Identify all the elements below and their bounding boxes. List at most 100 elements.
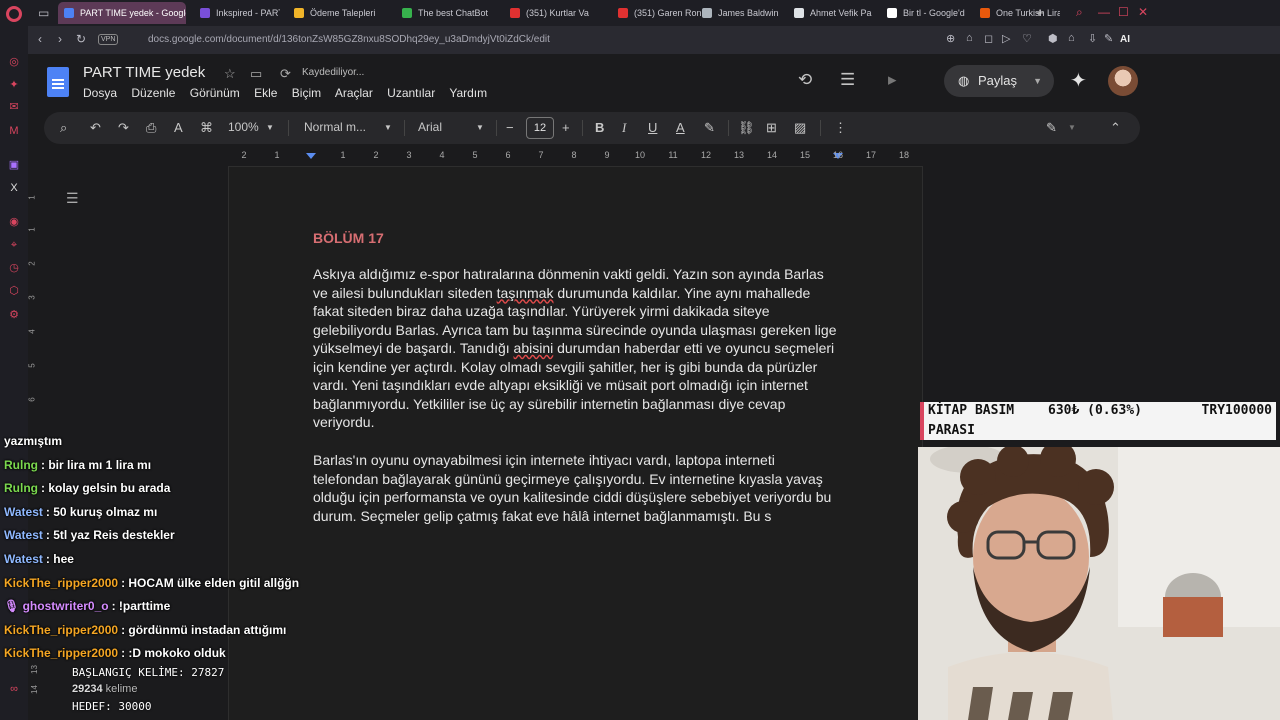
bold-icon[interactable]: B — [595, 120, 604, 135]
browser-tab[interactable]: James Baldwin — [696, 2, 786, 24]
insert-image-icon[interactable]: ▨ — [794, 120, 806, 136]
menu-format[interactable]: Biçim — [292, 86, 321, 100]
chevron-down-icon[interactable]: ▼ — [476, 123, 484, 132]
share-button[interactable]: ◍ Paylaş ▼ — [944, 65, 1054, 97]
menu-file[interactable]: Dosya — [83, 86, 117, 100]
tab-tiles-icon[interactable]: ▭ — [38, 6, 49, 20]
close-window-icon[interactable]: ✕ — [1138, 5, 1148, 19]
horizontal-ruler[interactable]: 2 1 1 2 3 4 5 6 7 8 9 10 11 12 13 14 15 16 17 18 — [228, 148, 923, 164]
opera-logo-icon[interactable] — [6, 6, 22, 22]
x-icon[interactable]: X — [7, 181, 21, 195]
star-icon[interactable]: ☆ — [224, 66, 236, 82]
chevron-down-icon[interactable]: ▼ — [1033, 65, 1042, 97]
font-size-input[interactable]: 12 — [526, 117, 554, 139]
chat-text: : 50 kuruş olmaz mı — [45, 504, 158, 519]
collapse-toolbar-icon[interactable]: ⌃ — [1110, 120, 1121, 136]
redo-icon[interactable]: ↷ — [118, 120, 129, 136]
browser-tab[interactable]: (351) Garen Ron — [612, 2, 702, 24]
vpn-badge[interactable]: VPN — [98, 34, 119, 45]
style-select[interactable]: Normal m... — [304, 120, 366, 134]
chatgpt-icon[interactable]: ✦ — [7, 78, 21, 92]
pen-icon[interactable]: ✎ — [1104, 32, 1113, 45]
undo-icon[interactable]: ↶ — [90, 120, 101, 136]
chevron-down-icon[interactable]: ▼ — [266, 123, 274, 132]
browser-tab[interactable]: One Turkish Lira — [974, 2, 1060, 24]
docs-logo-icon[interactable] — [47, 67, 69, 97]
spellcheck-icon[interactable]: A — [174, 120, 183, 135]
more-options-icon[interactable]: ⋮ — [834, 120, 847, 136]
forward-icon[interactable]: › — [58, 32, 62, 46]
browser-tab[interactable]: The best ChatBot — [396, 2, 496, 24]
add-comment-icon[interactable]: ⊞ — [766, 120, 777, 136]
menu-tools[interactable]: Araçlar — [335, 86, 373, 100]
browser-tab[interactable]: Ödeme Talepleri — [288, 2, 388, 24]
play-icon[interactable]: ▷ — [1002, 32, 1010, 45]
document-outline-icon[interactable]: ☰ — [66, 190, 79, 207]
italic-icon[interactable]: I — [622, 120, 626, 136]
aria-icon[interactable]: ◎ — [7, 55, 21, 69]
paragraph-1[interactable]: Askıya aldığımız e-spor hatıralarına dön… — [313, 265, 843, 432]
document-title[interactable]: PART TIME yedek — [83, 64, 205, 81]
underline-icon[interactable]: U — [648, 120, 657, 135]
reload-icon[interactable]: ↻ — [76, 32, 86, 46]
browser-tab[interactable]: PART TIME yedek - Google — [58, 2, 186, 24]
heart-icon[interactable]: ♡ — [1022, 32, 1032, 45]
wallet-icon[interactable]: ⌂ — [1068, 32, 1075, 44]
new-tab-plus-icon[interactable]: + — [1036, 5, 1044, 20]
tab-label: Inkspired - PART — [216, 8, 280, 18]
document-page[interactable]: BÖLÜM 17 Askıya aldığımız e-spor hatıral… — [228, 166, 923, 720]
meet-icon[interactable]: ▸ — [888, 70, 897, 90]
editing-mode-pen-icon[interactable]: ✎ — [1046, 120, 1057, 136]
chevron-down-icon[interactable]: ▼ — [384, 123, 392, 132]
zoom-icon[interactable]: ⊕ — [946, 32, 955, 45]
extension-icon[interactable]: ⬢ — [1048, 32, 1058, 45]
menu-view[interactable]: Görünüm — [190, 86, 240, 100]
search-icon[interactable]: ⌕ — [1076, 5, 1083, 20]
messenger-icon[interactable]: ✉ — [7, 100, 21, 114]
download-icon[interactable]: ⇩ — [1088, 32, 1097, 45]
snapshot-icon[interactable]: ◻ — [984, 32, 993, 45]
pin-icon[interactable]: ⌖ — [7, 238, 21, 252]
zoom-select[interactable]: 100% — [228, 120, 259, 134]
font-select[interactable]: Arial — [418, 120, 442, 134]
pin-page-icon[interactable]: ⌂ — [966, 32, 973, 44]
url-field[interactable]: docs.google.com/document/d/136tonZsW85GZ… — [148, 34, 550, 45]
minimize-icon[interactable]: — — [1098, 5, 1110, 19]
version-history-icon[interactable]: ⟲ — [798, 70, 812, 90]
menu-insert[interactable]: Ekle — [254, 86, 277, 100]
chevron-down-icon[interactable]: ▼ — [1068, 123, 1076, 132]
browser-tab[interactable]: Bir tl - Google'd — [881, 2, 971, 24]
menu-edit[interactable]: Düzenle — [131, 86, 175, 100]
player-icon[interactable]: ◉ — [7, 215, 21, 229]
highlight-color-icon[interactable]: ✎ — [704, 120, 715, 136]
history-icon[interactable]: ◷ — [7, 261, 21, 275]
menu-extensions[interactable]: Uzantılar — [387, 86, 435, 100]
paragraph-2[interactable]: Barlas'ın oyunu oynayabilmesi için inter… — [313, 451, 843, 525]
settings-icon[interactable]: ⚙ — [7, 308, 21, 322]
search-menus-icon[interactable]: ⌕ — [60, 120, 67, 136]
gx-icon[interactable]: ∞ — [7, 682, 21, 696]
browser-tab[interactable]: Inkspired - PART — [194, 2, 280, 24]
increase-font-size-icon[interactable]: + — [562, 120, 570, 135]
avatar[interactable] — [1108, 66, 1138, 96]
twitch-icon[interactable]: ▣ — [7, 158, 21, 172]
gemini-icon[interactable]: ✦ — [1070, 68, 1087, 93]
gmail-icon[interactable]: M — [7, 124, 21, 138]
browser-tab[interactable]: Ahmet Vefik Pa — [788, 2, 878, 24]
paint-format-icon[interactable]: ⌘ — [200, 120, 213, 136]
browser-tab[interactable]: (351) Kurtlar Va — [504, 2, 604, 24]
left-indent-marker[interactable] — [306, 153, 316, 159]
print-icon[interactable]: ⎙ — [146, 120, 156, 136]
formatting-toolbar: ⌕ ↶ ↷ ⎙ A ⌘ 100% ▼ Normal m... ▼ Arial ▼… — [44, 112, 1140, 144]
decrease-font-size-icon[interactable]: − — [506, 120, 514, 135]
extensions-icon[interactable]: ⬡ — [7, 284, 21, 298]
menu-help[interactable]: Yardım — [449, 86, 487, 100]
ai-button[interactable]: AI — [1120, 34, 1130, 45]
comments-icon[interactable]: ☰ — [840, 70, 855, 90]
move-folder-icon[interactable]: ▭ — [250, 66, 262, 82]
chat-message: yazmıştım — [4, 430, 324, 454]
text-color-icon[interactable]: A — [676, 120, 685, 135]
back-icon[interactable]: ‹ — [38, 32, 42, 46]
maximize-icon[interactable]: ☐ — [1118, 5, 1129, 19]
insert-link-icon[interactable]: ⛓ — [738, 120, 755, 136]
